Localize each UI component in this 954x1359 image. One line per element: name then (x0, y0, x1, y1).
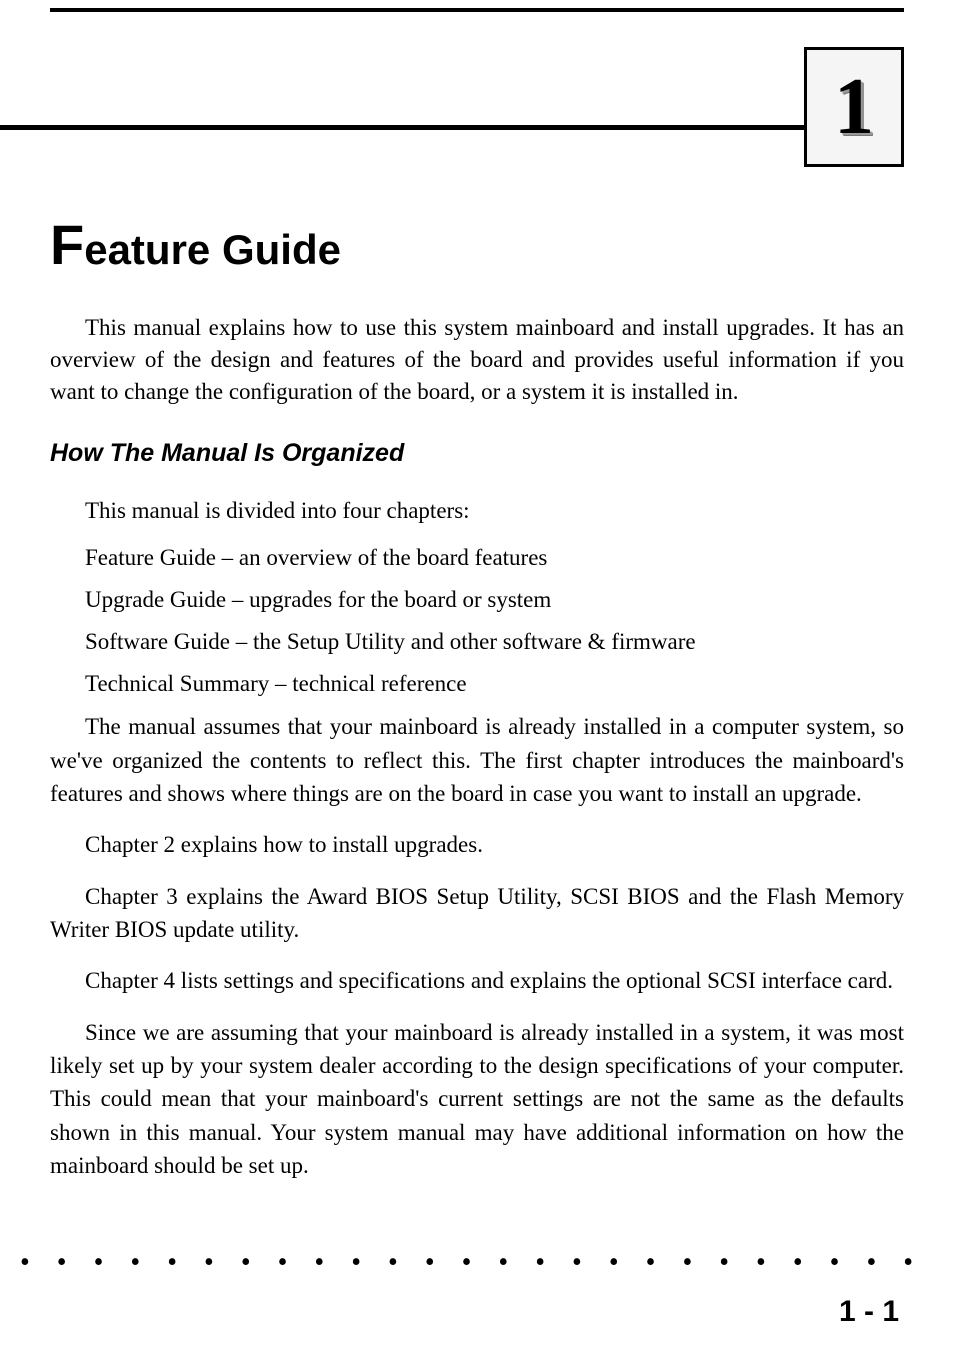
subheading: How The Manual Is Organized (50, 439, 904, 468)
footer-dots: • • • • • • • • • • • • • • • • • • • • … (20, 1247, 924, 1279)
body-paragraph: Chapter 4 lists settings and specificati… (50, 964, 904, 997)
body-paragraph: The manual assumes that your mainboard i… (50, 710, 904, 810)
intro-paragraph: This manual explains how to use this sys… (50, 312, 904, 409)
chapter-rule (0, 125, 804, 130)
chapter-number-box: 1 (804, 47, 904, 167)
body-paragraph: Chapter 2 explains how to install upgrad… (50, 828, 904, 861)
body-paragraph: Since we are assuming that your mainboar… (50, 1016, 904, 1183)
chapter-item: Technical Summary – technical reference (85, 668, 904, 700)
chapter-item: Upgrade Guide – upgrades for the board o… (85, 584, 904, 616)
title-rest: eature Guide (84, 226, 341, 273)
page-title: Feature Guide (50, 212, 904, 277)
top-rule (50, 8, 904, 12)
body-paragraph: Chapter 3 explains the Award BIOS Setup … (50, 880, 904, 947)
chapter-number: 1 (834, 62, 874, 153)
chapter-item: Software Guide – the Setup Utility and o… (85, 626, 904, 658)
page-number: 1 - 1 (839, 1295, 899, 1329)
chapter-list-intro: This manual is divided into four chapter… (50, 498, 904, 524)
chapter-item: Feature Guide – an overview of the board… (85, 542, 904, 574)
title-first-letter: F (50, 213, 84, 276)
page-content: Feature Guide This manual explains how t… (50, 212, 904, 1182)
